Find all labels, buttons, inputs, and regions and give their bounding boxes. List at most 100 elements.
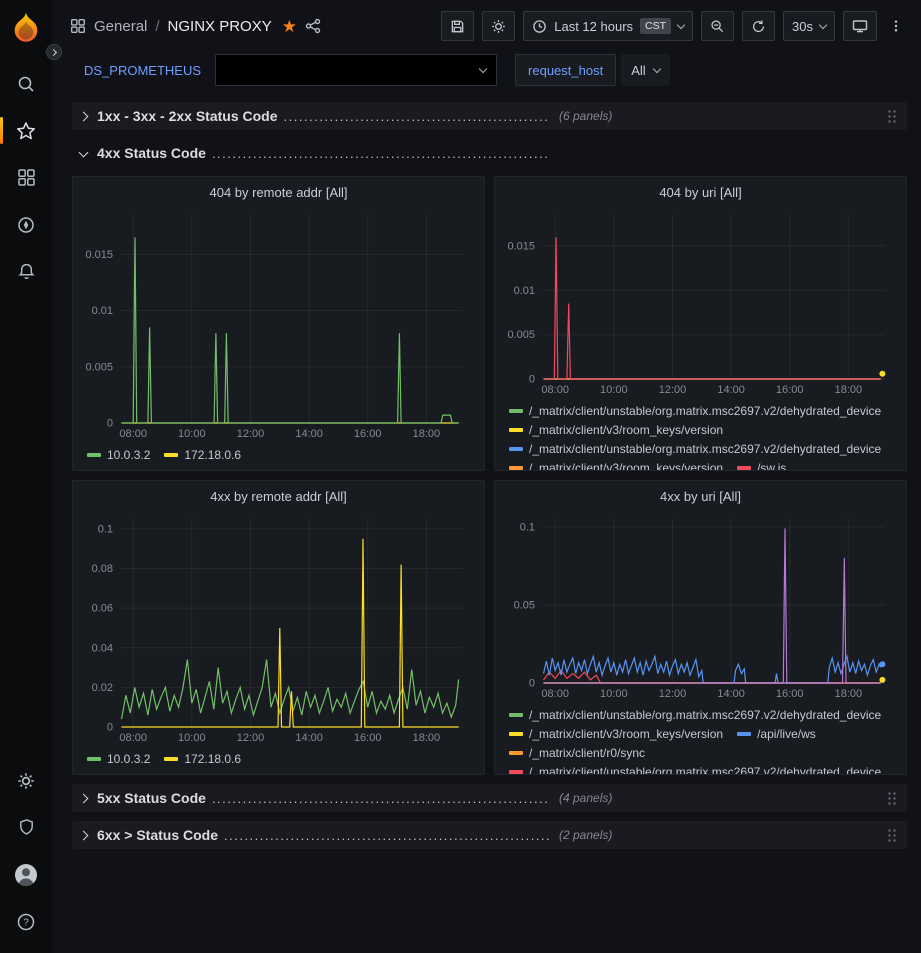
sidebar-item-alerting[interactable]	[0, 248, 52, 295]
time-range-picker[interactable]: Last 12 hours CST	[523, 11, 693, 41]
row-drag-handle[interactable]	[887, 828, 897, 843]
legend-item[interactable]: 172.18.0.6	[164, 750, 241, 767]
sidebar-item-settings[interactable]	[0, 757, 52, 804]
sidebar-item-help[interactable]: ?	[0, 898, 52, 945]
series-color-marker	[87, 453, 101, 457]
favorite-star-icon[interactable]: ★	[282, 18, 297, 35]
row-panel-count: (2 panels)	[559, 828, 612, 842]
series-color-marker	[164, 453, 178, 457]
chevron-down-icon	[652, 64, 660, 72]
svg-text:0.01: 0.01	[514, 285, 535, 297]
svg-text:16:00: 16:00	[354, 732, 382, 744]
panel-legend: /_matrix/client/unstable/org.matrix.msc2…	[495, 399, 906, 470]
datasource-variable-select[interactable]	[215, 54, 497, 86]
grafana-logo[interactable]	[9, 10, 43, 44]
legend-item[interactable]: 10.0.3.2	[87, 750, 150, 767]
adhoc-filter-value-dropdown[interactable]: All	[621, 54, 669, 86]
svg-text:12:00: 12:00	[237, 428, 265, 440]
legend-label: /_matrix/client/unstable/org.matrix.msc2…	[529, 404, 881, 418]
legend-item[interactable]: /_matrix/client/v3/room_keys/version	[509, 725, 723, 742]
refresh-interval-label: 30s	[792, 19, 813, 34]
sidebar-item-dashboards[interactable]	[0, 154, 52, 201]
svg-text:14:00: 14:00	[295, 732, 323, 744]
svg-text:18:00: 18:00	[835, 688, 863, 700]
refresh-interval-dropdown[interactable]: 30s	[783, 11, 835, 41]
legend-item[interactable]: /sw.js	[737, 459, 786, 470]
time-series-chart[interactable]: 00.020.040.060.080.108:0010:0012:0014:00…	[80, 511, 477, 747]
panel-title[interactable]: 404 by remote addr [All]	[73, 177, 484, 207]
leader-dots: ........................................…	[212, 146, 549, 161]
zoom-out-button[interactable]	[701, 11, 734, 41]
legend-label: 10.0.3.2	[107, 448, 150, 462]
tv-mode-button[interactable]	[843, 11, 877, 41]
svg-text:18:00: 18:00	[413, 428, 441, 440]
help-icon: ?	[16, 912, 36, 932]
sidebar-item-search[interactable]	[0, 60, 52, 107]
panel-title[interactable]: 4xx by uri [All]	[495, 481, 906, 511]
dashboard-variables-bar: DS_PROMETHEUS request_host All	[52, 52, 921, 96]
panel-title[interactable]: 404 by uri [All]	[495, 177, 906, 207]
dashboard-grid-icon	[70, 18, 86, 34]
svg-text:14:00: 14:00	[295, 428, 323, 440]
sidebar-item-server-admin[interactable]	[0, 804, 52, 851]
save-dashboard-button[interactable]	[441, 11, 474, 41]
refresh-button[interactable]	[742, 11, 775, 41]
shield-icon	[17, 818, 36, 837]
row-drag-handle[interactable]	[887, 109, 897, 124]
sidebar-item-explore[interactable]	[0, 201, 52, 248]
dashboard-row-6xx[interactable]: 6xx > Status Code ......................…	[72, 821, 907, 849]
tv-icon	[852, 18, 868, 34]
legend-item[interactable]: 10.0.3.2	[87, 446, 150, 463]
time-series-chart[interactable]: 00.0050.010.01508:0010:0012:0014:0016:00…	[502, 207, 899, 399]
time-series-chart[interactable]: 00.0050.010.01508:0010:0012:0014:0016:00…	[80, 207, 477, 443]
leader-dots: ........................................…	[284, 109, 549, 124]
chevron-down-icon	[479, 64, 487, 72]
svg-text:08:00: 08:00	[541, 384, 569, 396]
drag-dots-icon	[887, 791, 897, 806]
leader-dots: ........................................…	[212, 791, 549, 806]
svg-text:10:00: 10:00	[600, 384, 628, 396]
row-drag-handle[interactable]	[887, 791, 897, 806]
legend-item[interactable]: /api/live/ws	[737, 725, 816, 742]
breadcrumb-separator: /	[155, 18, 159, 35]
sidebar-item-starred[interactable]	[0, 107, 52, 154]
svg-text:16:00: 16:00	[354, 428, 382, 440]
legend-item[interactable]: /_matrix/client/unstable/org.matrix.msc2…	[509, 402, 881, 419]
svg-text:08:00: 08:00	[119, 428, 147, 440]
panel-title[interactable]: 4xx by remote addr [All]	[73, 481, 484, 511]
legend-item[interactable]: /_matrix/client/r0/sync	[509, 744, 645, 761]
svg-text:0.08: 0.08	[92, 563, 113, 575]
breadcrumb-folder[interactable]: General	[94, 18, 147, 35]
compass-icon	[16, 215, 36, 235]
svg-text:10:00: 10:00	[178, 428, 206, 440]
dashboard-row-5xx[interactable]: 5xx Status Code ........................…	[72, 784, 907, 812]
svg-text:10:00: 10:00	[178, 732, 206, 744]
gear-icon	[491, 19, 506, 34]
kebab-menu-button[interactable]	[885, 11, 907, 41]
legend-item[interactable]: /_matrix/client/unstable/org.matrix.msc2…	[509, 440, 881, 457]
legend-item[interactable]: /_matrix/client/v3/room_keys/version	[509, 421, 723, 438]
legend-item[interactable]: /_matrix/client/unstable/org.matrix.msc2…	[509, 763, 881, 774]
svg-text:14:00: 14:00	[717, 688, 745, 700]
dashboard-row-1xx-3xx-2xx[interactable]: 1xx - 3xx - 2xx Status Code ............…	[72, 102, 907, 130]
legend-label: /_matrix/client/v3/room_keys/version	[529, 727, 723, 741]
row-title: 6xx > Status Code	[97, 827, 218, 843]
svg-text:18:00: 18:00	[413, 732, 441, 744]
time-series-chart[interactable]: 00.050.108:0010:0012:0014:0016:0018:00	[502, 511, 899, 703]
dashboard-row-4xx[interactable]: 4xx Status Code ........................…	[72, 139, 907, 167]
kebab-menu-icon	[889, 18, 903, 34]
legend-item[interactable]: 172.18.0.6	[164, 446, 241, 463]
legend-item[interactable]: /_matrix/client/unstable/org.matrix.msc2…	[509, 706, 881, 723]
svg-text:16:00: 16:00	[776, 688, 804, 700]
drag-dots-icon	[887, 109, 897, 124]
legend-label: /_matrix/client/v3/room_keys/version	[529, 461, 723, 471]
chevron-right-icon	[79, 830, 89, 840]
sidebar-item-profile[interactable]	[0, 851, 52, 898]
sidebar-expand-button[interactable]	[46, 44, 62, 60]
svg-text:12:00: 12:00	[237, 732, 265, 744]
legend-item[interactable]: /_matrix/client/v3/room_keys/version	[509, 459, 723, 470]
dashboard-settings-button[interactable]	[482, 11, 515, 41]
drag-dots-icon	[887, 828, 897, 843]
share-icon[interactable]	[305, 18, 321, 34]
clock-icon	[532, 19, 547, 34]
